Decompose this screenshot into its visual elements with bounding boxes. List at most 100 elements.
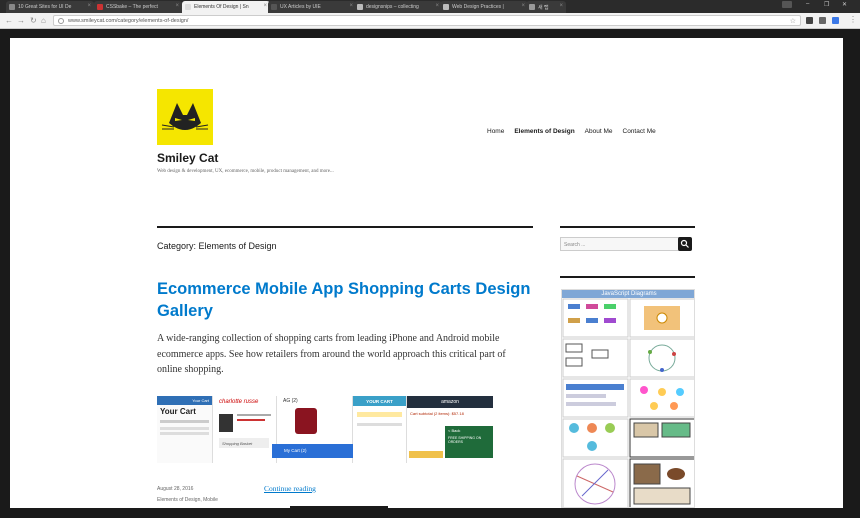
thumb-line xyxy=(237,419,265,421)
tab-favicon-icon xyxy=(443,4,449,10)
cart-screen: charlotte russe Shopping Basket xyxy=(213,396,277,463)
diagram-thumbnails-icon xyxy=(562,298,694,507)
tab-favicon-icon xyxy=(271,4,277,10)
search-icon xyxy=(680,239,689,248)
browser-tab[interactable]: 10 Great Sites for UI De × xyxy=(6,1,94,13)
main-navigation: Home Elements of Design About Me Contact… xyxy=(487,128,656,135)
cat-face-icon xyxy=(161,103,209,130)
site-logo[interactable] xyxy=(157,89,213,145)
nav-item-elements-of-design[interactable]: Elements of Design xyxy=(514,128,574,135)
thumb-text: Cart subtotal (2 items): $57.18 xyxy=(410,411,464,416)
category-heading: Category: Elements of Design xyxy=(157,241,277,251)
thumb-line xyxy=(160,432,209,435)
tab-favicon-icon xyxy=(185,4,191,10)
thumb-line xyxy=(237,414,271,416)
post-categories[interactable]: Elements of Design, Mobile xyxy=(157,497,218,503)
sidebar-ad[interactable]: JavaScript Diagrams xyxy=(561,289,695,508)
thumb-block: < Back FREE SHIPPING ON ORDERS xyxy=(445,426,493,458)
thumb-text: Your Cart xyxy=(160,407,196,416)
menu-icon[interactable]: ⋮ xyxy=(849,15,857,24)
pocket-extension-icon[interactable] xyxy=(806,17,813,24)
cart-screen: Your Cart Your Cart xyxy=(157,396,213,463)
browser-tab[interactable]: UX Articles by UIE × xyxy=(268,1,356,13)
thumb-product xyxy=(295,408,317,434)
thumb-text: Shopping Basket xyxy=(219,438,269,448)
thumb-text: < Back xyxy=(448,428,461,433)
url-input[interactable]: www.smileycat.com/category/elements-of-d… xyxy=(53,15,801,26)
page-border xyxy=(10,30,843,38)
browser-tab[interactable]: Web Design Practices | × xyxy=(440,1,528,13)
back-icon[interactable]: ← xyxy=(5,16,13,25)
tab-label: designsnips – collecting xyxy=(366,4,419,10)
extension-icon[interactable] xyxy=(832,17,839,24)
bookmark-star-icon[interactable]: ☆ xyxy=(790,17,796,25)
divider xyxy=(157,226,533,228)
page-border xyxy=(0,508,860,518)
thumb-block xyxy=(409,451,443,458)
thumb-text: amazon xyxy=(407,396,493,408)
profile-badge-icon[interactable] xyxy=(782,1,792,8)
reload-icon[interactable]: ↻ xyxy=(30,16,37,25)
thumb-text: FREE SHIPPING ON ORDERS xyxy=(448,436,482,444)
thumb-text: charlotte russe xyxy=(219,399,259,405)
page-info-icon[interactable] xyxy=(58,18,64,24)
tab-favicon-icon xyxy=(357,4,363,10)
post-title[interactable]: Ecommerce Mobile App Shopping Carts Desi… xyxy=(157,278,537,322)
post-thumbnail[interactable]: Your Cart Your Cart charlotte russe Shop… xyxy=(157,396,493,463)
tab-label: Elements Of Design | Sn xyxy=(194,4,249,10)
thumb-text: YOUR CART xyxy=(353,396,406,406)
tab-label: UX Articles by UIE xyxy=(280,4,321,10)
browser-tab[interactable]: CSSbake – The perfect × xyxy=(94,1,182,13)
thumb-line xyxy=(160,427,209,430)
window-close-icon[interactable]: ✕ xyxy=(842,1,847,8)
divider xyxy=(560,276,695,278)
nav-item-contact-me[interactable]: Contact Me xyxy=(623,128,656,135)
extension-icon[interactable] xyxy=(819,17,826,24)
nav-item-home[interactable]: Home xyxy=(487,128,504,135)
nav-item-about-me[interactable]: About Me xyxy=(585,128,613,135)
site-title[interactable]: Smiley Cat xyxy=(157,151,218,165)
page-content: Smiley Cat Web design & development, UX,… xyxy=(10,38,843,508)
home-icon[interactable]: ⌂ xyxy=(41,16,46,25)
close-icon[interactable]: × xyxy=(559,3,563,9)
minimize-icon[interactable]: – xyxy=(806,1,809,7)
cart-screen: YOUR CART xyxy=(353,396,407,463)
browser-tab[interactable]: designsnips – collecting × xyxy=(354,1,442,13)
maximize-icon[interactable]: ❐ xyxy=(824,1,829,8)
cart-screen: amazon Cart subtotal (2 items): $57.18 <… xyxy=(407,396,493,463)
search-button[interactable] xyxy=(678,237,692,251)
close-icon[interactable]: × xyxy=(521,3,525,9)
post-excerpt: A wide-ranging collection of shopping ca… xyxy=(157,333,506,375)
close-icon[interactable]: × xyxy=(349,3,353,9)
search-input[interactable]: Search ... xyxy=(560,237,685,251)
ad-heading: JavaScript Diagrams xyxy=(562,290,694,298)
tab-label: 새 탭 xyxy=(538,5,549,11)
browser-tab-active[interactable]: Elements Of Design | Sn × xyxy=(182,1,270,13)
close-icon[interactable]: × xyxy=(175,3,179,9)
web-page: Smiley Cat Web design & development, UX,… xyxy=(10,38,843,508)
close-icon[interactable]: × xyxy=(263,3,267,9)
tab-label: Web Design Practices | xyxy=(452,4,504,10)
tab-label: CSSbake – The perfect xyxy=(106,4,158,10)
divider xyxy=(560,226,695,228)
thumb-text: Your Cart xyxy=(157,396,212,405)
page-border xyxy=(0,30,10,518)
continue-reading-link[interactable]: Continue reading xyxy=(264,484,316,493)
close-icon[interactable]: × xyxy=(87,3,91,9)
forward-icon[interactable]: → xyxy=(17,16,25,25)
tab-favicon-icon xyxy=(97,4,103,10)
url-text: www.smileycat.com/category/elements-of-d… xyxy=(68,18,189,24)
page-border xyxy=(843,30,860,518)
browser-tab[interactable]: 새 탭 × xyxy=(526,1,566,13)
thumb-line xyxy=(357,412,402,417)
site-tagline: Web design & development, UX, ecommerce,… xyxy=(157,169,334,174)
thumb-text: My Cart (2) xyxy=(272,444,362,458)
thumb-line xyxy=(357,423,402,426)
search-placeholder: Search ... xyxy=(564,242,586,248)
tab-label: 10 Great Sites for UI De xyxy=(18,4,72,10)
thumb-line xyxy=(160,420,209,423)
post-date[interactable]: August 28, 2016 xyxy=(157,486,193,492)
browser-toolbar: ← → ↻ ⌂ www.smileycat.com/category/eleme… xyxy=(0,13,860,29)
close-icon[interactable]: × xyxy=(435,3,439,9)
browser-tab-bar: 10 Great Sites for UI De × CSSbake – The … xyxy=(0,0,860,13)
